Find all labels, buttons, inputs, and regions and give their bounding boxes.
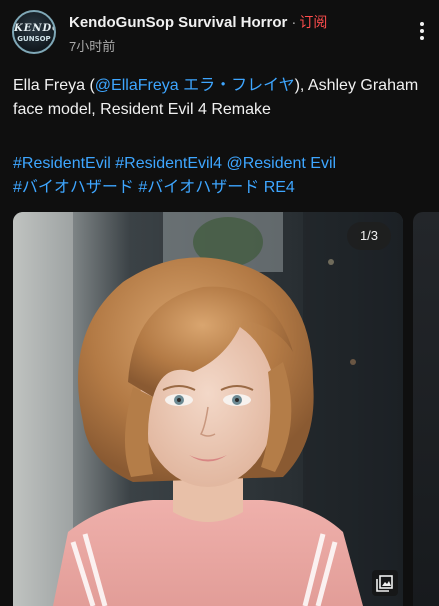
channel-line: KendoGunSop Survival Horror · 订阅 [69,12,327,32]
avatar-logo-text-top: KENDO [14,23,54,34]
channel-avatar[interactable]: KENDO GUNSOP [12,10,56,54]
subscribe-button[interactable]: 订阅 [299,14,327,30]
post-header: KENDO GUNSOP KendoGunSop Survival Horror… [10,8,430,58]
photo-library-icon-glyph [376,575,393,592]
hashtag-link[interactable]: #ResidentEvil4 [115,155,222,172]
avatar-logo-text-bottom: GUNSOP [17,35,51,43]
more-vert-icon[interactable] [414,20,430,44]
community-post: KENDO GUNSOP KendoGunSop Survival Horror… [0,0,439,606]
hashtag-link[interactable]: #ResidentEvil [13,155,111,172]
hashtag-list: #ResidentEvil #ResidentEvil4 @Resident E… [13,152,428,200]
mention-link[interactable]: @Resident Evil [226,155,336,172]
mention-link[interactable]: @EllaFreya エラ・フレイヤ [95,77,295,94]
post-timestamp: 7小时前 [69,39,116,54]
hashtag-link[interactable]: #バイオハザード RE4 [138,179,294,196]
separator-dot: · [291,14,297,31]
post-image[interactable] [13,212,403,606]
next-image-preview[interactable] [413,212,439,606]
post-text-prefix: Ella Freya ( [13,77,95,94]
post-text: Ella Freya (@EllaFreya エラ・フレイヤ), Ashley … [13,74,428,122]
channel-name[interactable]: KendoGunSop Survival Horror [69,14,287,31]
hashtag-link[interactable]: #バイオハザード [13,179,134,196]
portrait-photo [13,212,403,606]
photo-library-icon[interactable] [372,570,398,596]
gallery-counter: 1/3 [347,222,391,250]
